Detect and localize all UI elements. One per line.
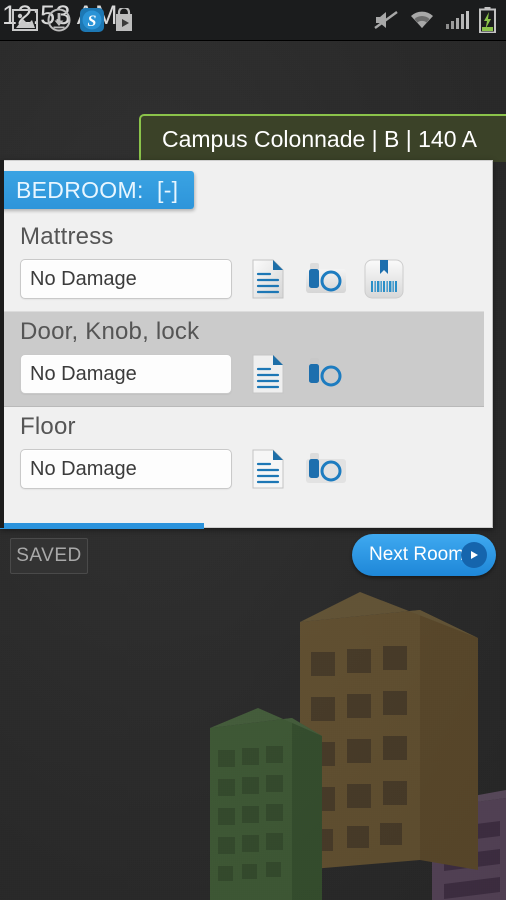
download-icon: [47, 8, 71, 32]
row-label: Mattress: [20, 223, 114, 250]
damage-input[interactable]: No Damage: [20, 354, 232, 394]
notes-icon-button[interactable]: [246, 257, 290, 301]
next-room-button[interactable]: Next Room: [352, 534, 496, 576]
table-row: Mattress No Damage: [0, 217, 492, 311]
saved-button-label: SAVED: [16, 545, 82, 566]
notes-icon: [252, 259, 284, 299]
section-tab-bedroom[interactable]: BEDROOM: [-]: [0, 171, 195, 209]
notes-icon: [252, 449, 284, 489]
barcode-icon-button[interactable]: [362, 257, 406, 301]
camera-icon-button[interactable]: [304, 257, 348, 301]
play-store-icon: [116, 8, 132, 31]
table-row: Door, Knob, lock No Damage: [0, 311, 484, 407]
inspection-panel: BEDROOM: [-] Mattress No Damage Door, Kn…: [0, 160, 493, 529]
panel-scrollbar[interactable]: [0, 523, 493, 529]
damage-input-value: No Damage: [30, 267, 137, 290]
camera-icon-button[interactable]: [304, 352, 348, 396]
damage-input[interactable]: No Damage: [20, 259, 232, 299]
notes-icon: [252, 354, 284, 394]
damage-input-value: No Damage: [30, 457, 137, 480]
battery-charging-icon: [479, 7, 496, 33]
barcode-icon: [364, 259, 404, 299]
inspection-rows: Mattress No Damage Door, Knob, lock No D…: [0, 217, 492, 527]
buildings-illustration: [210, 592, 506, 900]
phone-screen: S 12:53 Campus Colonnade | B | 140 A BED…: [0, 0, 506, 900]
panel-left-edge: [0, 160, 4, 528]
camera-icon: [306, 358, 346, 388]
room-title: Campus Colonnade | B | 140 A: [162, 125, 477, 152]
row-actions: [246, 352, 348, 396]
camera-icon-button[interactable]: [304, 447, 348, 491]
next-room-button-label: Next Room: [369, 544, 465, 565]
gallery-icon: [12, 9, 38, 31]
svg-text:S: S: [88, 13, 97, 30]
status-bar-system-icons: [373, 0, 496, 40]
status-bar[interactable]: S 12:53: [0, 0, 506, 40]
room-header-tab[interactable]: Campus Colonnade | B | 140 A: [139, 114, 506, 162]
camera-icon: [306, 453, 346, 483]
damage-input-value: No Damage: [30, 362, 137, 385]
table-row: Floor No Damage: [0, 407, 492, 501]
section-tab-label: BEDROOM: [-]: [16, 176, 179, 203]
skype-icon: S: [80, 8, 104, 32]
saved-button[interactable]: SAVED: [10, 538, 88, 574]
camera-icon: [306, 263, 346, 293]
row-label: Door, Knob, lock: [20, 318, 200, 345]
panel-scrollbar-thumb[interactable]: [0, 523, 204, 529]
notes-icon-button[interactable]: [246, 447, 290, 491]
cellular-signal-icon: [446, 11, 469, 29]
mute-icon: [374, 11, 398, 29]
row-body: No Damage: [0, 257, 492, 301]
play-arrow-icon: [461, 542, 487, 568]
damage-input[interactable]: No Damage: [20, 449, 232, 489]
row-body: No Damage: [0, 352, 484, 396]
row-label: Floor: [20, 413, 76, 440]
wifi-icon: [411, 11, 433, 28]
status-bar-notifications: S: [12, 0, 135, 40]
row-actions: [246, 447, 348, 491]
row-body: No Damage: [0, 447, 492, 491]
notes-icon-button[interactable]: [246, 352, 290, 396]
row-actions: [246, 257, 406, 301]
